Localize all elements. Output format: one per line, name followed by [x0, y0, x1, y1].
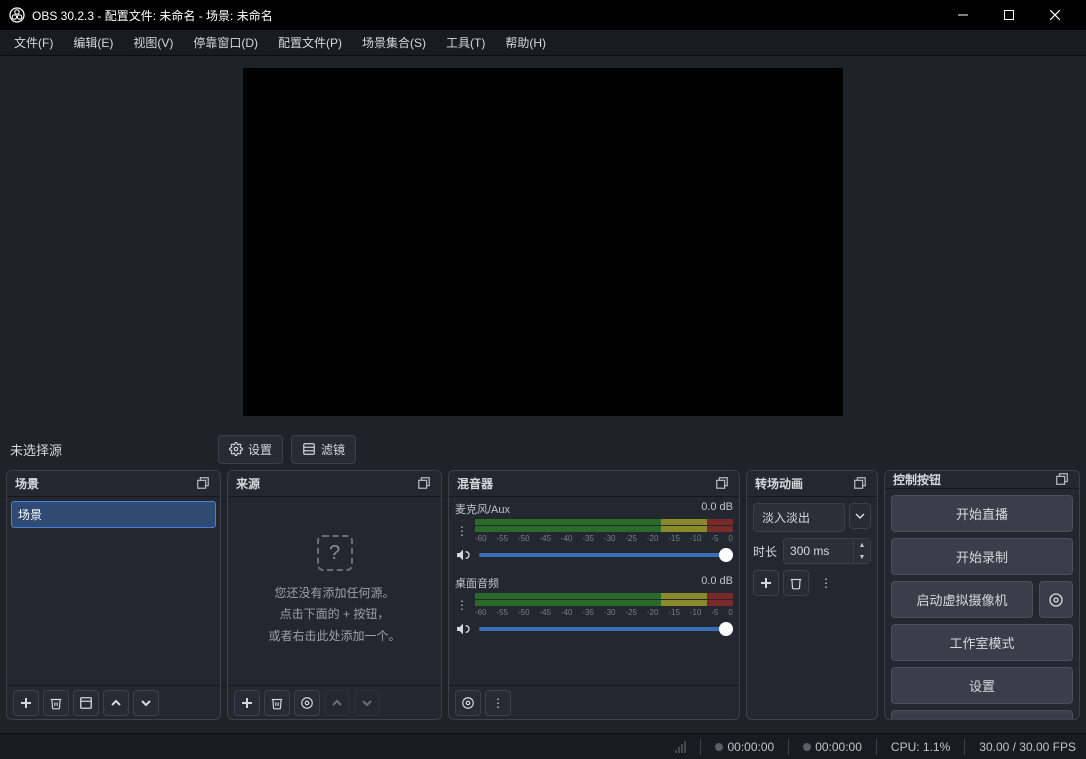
maximize-button[interactable] — [986, 0, 1032, 30]
add-scene-button[interactable] — [13, 690, 39, 716]
menu-view[interactable]: 视图(V) — [123, 31, 183, 54]
desktop-scale: -60-55-50-45-40-35-30-25-20-15-10-50 — [475, 608, 733, 617]
minimize-button[interactable] — [940, 0, 986, 30]
popout-icon[interactable] — [196, 476, 212, 492]
docks-container: 场景 场景 来源 ? 您还没有添加任何源。 点击下面的 + 按钮， 或者右击此处… — [0, 470, 1086, 720]
duration-input[interactable] — [783, 538, 853, 564]
controls-dock: 控制按钮 开始直播 开始录制 启动虚拟摄像机 工作室模式 设置 退出 — [884, 470, 1080, 720]
close-button[interactable] — [1032, 0, 1078, 30]
mic-volume-slider[interactable] — [479, 553, 733, 557]
status-bar: 00:00:00 00:00:00 CPU: 1.1% 30.00 / 30.0… — [0, 733, 1086, 759]
settings-button[interactable]: 设置 — [891, 667, 1073, 704]
transition-menu-button[interactable]: ⋮ — [813, 570, 839, 596]
mic-db: 0.0 dB — [701, 501, 733, 517]
menu-edit[interactable]: 编辑(E) — [63, 31, 123, 54]
speaker-icon[interactable] — [455, 547, 471, 563]
menu-scene-collection[interactable]: 场景集合(S) — [352, 31, 436, 54]
spin-down-icon[interactable]: ▼ — [854, 551, 870, 563]
mixer-advanced-button[interactable] — [455, 690, 481, 716]
cpu-status: CPU: 1.1% — [891, 740, 950, 754]
desktop-db: 0.0 dB — [701, 575, 733, 591]
preview-canvas[interactable] — [243, 68, 843, 416]
virtual-cam-config-button[interactable] — [1039, 581, 1073, 618]
source-settings-button[interactable]: 设置 — [218, 435, 283, 464]
remove-scene-button[interactable] — [43, 690, 69, 716]
spin-up-icon[interactable]: ▲ — [854, 539, 870, 551]
source-down-button[interactable] — [354, 690, 380, 716]
sources-empty-state[interactable]: ? 您还没有添加任何源。 点击下面的 + 按钮， 或者右击此处添加一个。 — [228, 497, 441, 685]
mixer-channel-mic: 麦克风/Aux 0.0 dB ⋮ -60-55-50-45-40-35-30-2… — [449, 497, 739, 571]
preview-area — [0, 56, 1086, 428]
gear-icon — [229, 442, 243, 456]
scene-up-button[interactable] — [103, 690, 129, 716]
menu-dock[interactable]: 停靠窗口(D) — [183, 31, 268, 54]
transitions-dock: 转场动画 淡入淡出 时长 ▲▼ ⋮ — [746, 470, 878, 720]
controls-title: 控制按钮 — [893, 471, 1055, 488]
start-recording-button[interactable]: 开始录制 — [891, 538, 1073, 575]
mic-menu-icon[interactable]: ⋮ — [455, 524, 469, 538]
start-streaming-button[interactable]: 开始直播 — [891, 495, 1073, 532]
obs-logo-icon — [8, 6, 26, 24]
title-bar: OBS 30.2.3 - 配置文件: 未命名 - 场景: 未命名 — [0, 0, 1086, 30]
duration-label: 时长 — [753, 543, 777, 560]
duration-spinbox[interactable]: ▲▼ — [783, 538, 871, 564]
mixer-title: 混音器 — [457, 475, 715, 492]
source-toolbar: 未选择源 设置 滤镜 — [0, 428, 1086, 470]
sources-empty-line1: 您还没有添加任何源。 — [274, 583, 394, 605]
remove-transition-button[interactable] — [783, 570, 809, 596]
source-up-button[interactable] — [324, 690, 350, 716]
scenes-title: 场景 — [15, 475, 196, 492]
speaker-icon[interactable] — [455, 621, 471, 637]
network-icon — [675, 741, 686, 753]
popout-icon[interactable] — [1055, 472, 1071, 488]
transition-dropdown-button[interactable] — [849, 503, 871, 529]
live-status: 00:00:00 — [715, 740, 774, 754]
studio-mode-button[interactable]: 工作室模式 — [891, 624, 1073, 661]
source-filters-label: 滤镜 — [321, 441, 345, 458]
menu-file[interactable]: 文件(F) — [4, 31, 63, 54]
source-properties-button[interactable] — [294, 690, 320, 716]
sources-empty-line2: 点击下面的 + 按钮， — [280, 604, 390, 626]
mixer-dock: 混音器 麦克风/Aux 0.0 dB ⋮ — [448, 470, 740, 720]
question-icon: ? — [317, 535, 353, 571]
mic-label: 麦克风/Aux — [455, 501, 510, 517]
popout-icon[interactable] — [417, 476, 433, 492]
mic-scale: -60-55-50-45-40-35-30-25-20-15-10-50 — [475, 534, 733, 543]
menu-bar: 文件(F) 编辑(E) 视图(V) 停靠窗口(D) 配置文件(P) 场景集合(S… — [0, 30, 1086, 56]
desktop-menu-icon[interactable]: ⋮ — [455, 598, 469, 612]
live-dot-icon — [715, 743, 723, 751]
scenes-dock: 场景 场景 — [6, 470, 221, 720]
menu-profile[interactable]: 配置文件(P) — [268, 31, 352, 54]
rec-dot-icon — [803, 743, 811, 751]
exit-button[interactable]: 退出 — [891, 710, 1073, 720]
add-transition-button[interactable] — [753, 570, 779, 596]
sources-title: 来源 — [236, 475, 417, 492]
remove-source-button[interactable] — [264, 690, 290, 716]
transition-select[interactable]: 淡入淡出 — [753, 503, 845, 532]
scene-item[interactable]: 场景 — [11, 501, 216, 528]
filters-icon — [302, 442, 316, 456]
desktop-label: 桌面音频 — [455, 575, 499, 591]
popout-icon[interactable] — [853, 476, 869, 492]
add-source-button[interactable] — [234, 690, 260, 716]
menu-help[interactable]: 帮助(H) — [495, 31, 556, 54]
desktop-volume-slider[interactable] — [479, 627, 733, 631]
fps-status: 30.00 / 30.00 FPS — [979, 740, 1076, 754]
source-settings-label: 设置 — [248, 441, 272, 458]
scene-down-button[interactable] — [133, 690, 159, 716]
mixer-menu-button[interactable]: ⋮ — [485, 690, 511, 716]
mixer-channel-desktop: 桌面音频 0.0 dB ⋮ -60-55-50-45-40-35-30-25-2… — [449, 571, 739, 645]
rec-status: 00:00:00 — [803, 740, 862, 754]
menu-tools[interactable]: 工具(T) — [436, 31, 495, 54]
sources-dock: 来源 ? 您还没有添加任何源。 点击下面的 + 按钮， 或者右击此处添加一个。 — [227, 470, 442, 720]
source-filters-button[interactable]: 滤镜 — [291, 435, 356, 464]
virtual-cam-button[interactable]: 启动虚拟摄像机 — [891, 581, 1033, 618]
sources-empty-line3: 或者右击此处添加一个。 — [268, 626, 400, 648]
no-source-label: 未选择源 — [10, 440, 210, 459]
transitions-title: 转场动画 — [755, 475, 853, 492]
scene-filter-button[interactable] — [73, 690, 99, 716]
window-title: OBS 30.2.3 - 配置文件: 未命名 - 场景: 未命名 — [32, 7, 940, 24]
popout-icon[interactable] — [715, 476, 731, 492]
